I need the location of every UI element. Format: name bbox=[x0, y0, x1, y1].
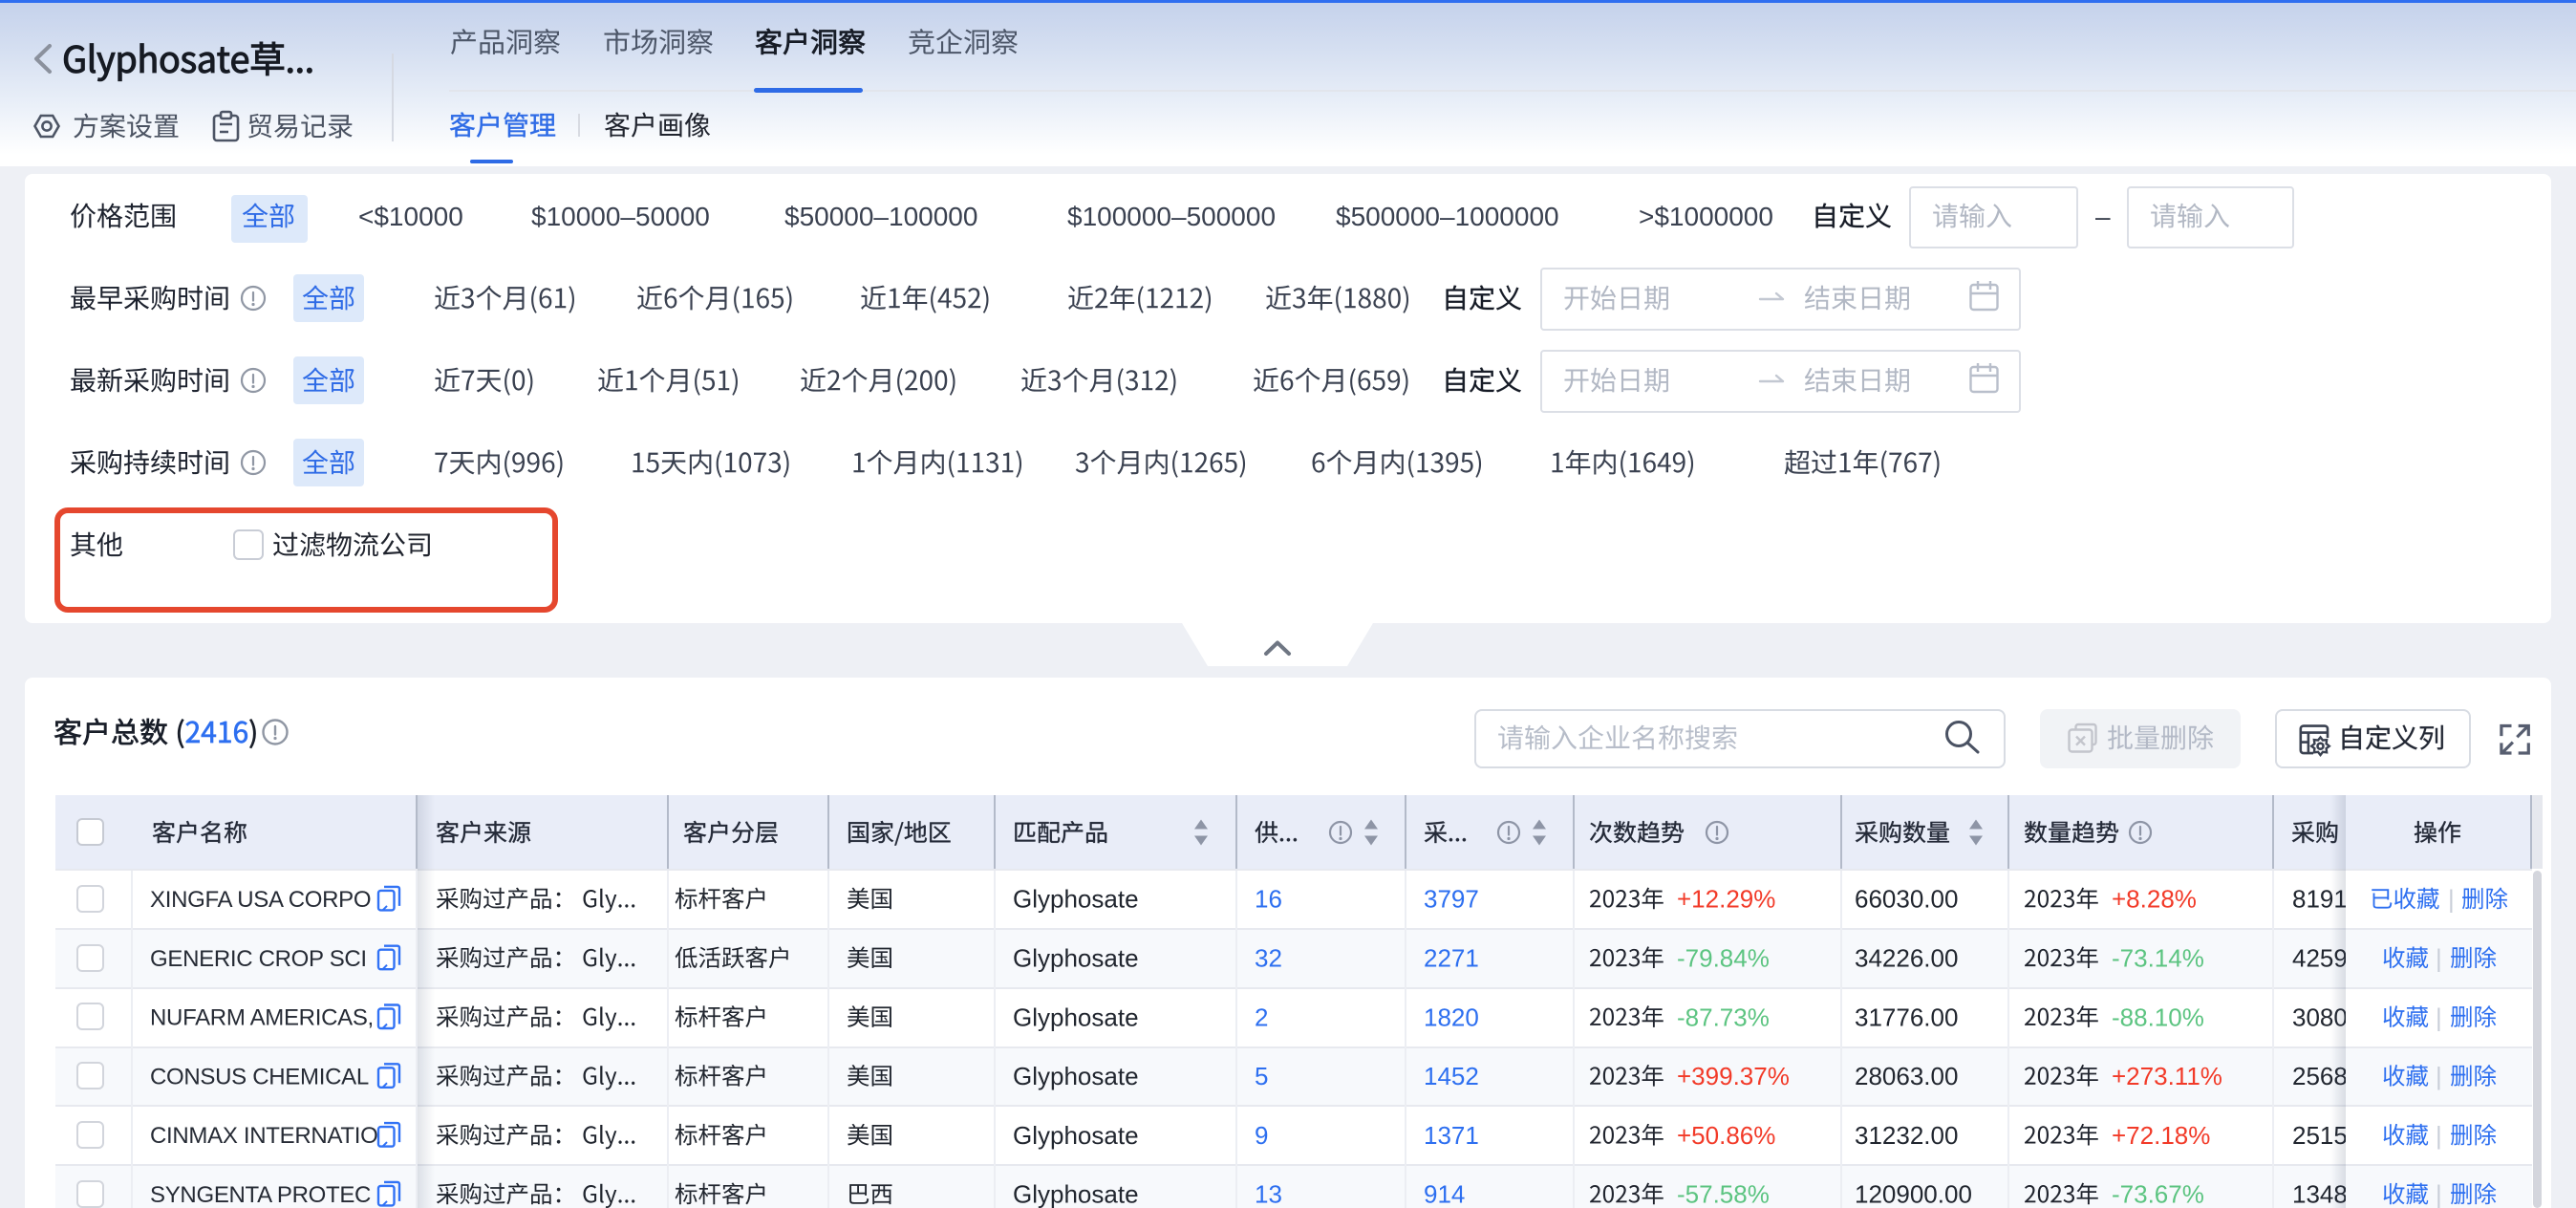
svg-text:<$10000: <$10000 bbox=[358, 202, 463, 231]
svg-text:+273.11%: +273.11% bbox=[2112, 1062, 2222, 1090]
svg-text:120900.00: 120900.00 bbox=[1855, 1180, 1972, 1208]
svg-text:SYNGENTA PROTEC: SYNGENTA PROTEC bbox=[150, 1182, 371, 1208]
svg-text:1371: 1371 bbox=[1424, 1121, 1479, 1150]
svg-text:|: | bbox=[2436, 1180, 2442, 1208]
svg-text:914: 914 bbox=[1424, 1180, 1465, 1208]
svg-text:5: 5 bbox=[1255, 1062, 1268, 1090]
svg-text:$10000–50000: $10000–50000 bbox=[531, 202, 710, 231]
svg-text:$100000–500000: $100000–500000 bbox=[1067, 202, 1276, 231]
svg-text:|: | bbox=[2436, 1062, 2442, 1090]
svg-text:1452: 1452 bbox=[1424, 1062, 1479, 1090]
svg-text:28063.00: 28063.00 bbox=[1855, 1062, 1958, 1090]
svg-text:-73.14%: -73.14% bbox=[2112, 944, 2204, 973]
svg-text:|: | bbox=[2448, 885, 2455, 914]
svg-text:Glyphosate: Glyphosate bbox=[1013, 1121, 1139, 1150]
svg-text:+72.18%: +72.18% bbox=[2112, 1121, 2210, 1150]
svg-text:13: 13 bbox=[1255, 1180, 1282, 1208]
svg-text:2: 2 bbox=[1255, 1003, 1268, 1031]
svg-text:66030.00: 66030.00 bbox=[1855, 885, 1958, 914]
svg-text:$50000–100000: $50000–100000 bbox=[784, 202, 977, 231]
svg-text:-73.67%: -73.67% bbox=[2112, 1180, 2204, 1208]
svg-text:GENERIC CROP SCI: GENERIC CROP SCI bbox=[150, 946, 367, 972]
svg-text:-79.84%: -79.84% bbox=[1677, 944, 1770, 973]
svg-text:34226.00: 34226.00 bbox=[1855, 944, 1958, 973]
svg-text:Glyphosate: Glyphosate bbox=[1013, 1003, 1139, 1031]
svg-text:31232.00: 31232.00 bbox=[1855, 1121, 1958, 1150]
svg-text:$500000–1000000: $500000–1000000 bbox=[1336, 202, 1559, 231]
svg-text:|: | bbox=[2436, 944, 2442, 973]
svg-text:2271: 2271 bbox=[1424, 944, 1479, 973]
svg-text:9: 9 bbox=[1255, 1121, 1268, 1150]
svg-text:Glyphosate: Glyphosate bbox=[1013, 944, 1139, 973]
svg-text:NUFARM AMERICAS,: NUFARM AMERICAS, bbox=[150, 1005, 374, 1031]
svg-text:Glyphosate: Glyphosate bbox=[1013, 885, 1139, 914]
svg-text:31776.00: 31776.00 bbox=[1855, 1003, 1958, 1031]
svg-text:-57.58%: -57.58% bbox=[1677, 1180, 1770, 1208]
svg-text:–: – bbox=[2095, 202, 2111, 231]
svg-text:16: 16 bbox=[1255, 885, 1282, 914]
svg-text:|: | bbox=[2436, 1121, 2442, 1150]
svg-text:32: 32 bbox=[1255, 944, 1282, 973]
svg-text:Glyphosate: Glyphosate bbox=[1013, 1062, 1139, 1090]
svg-text:Glyphosate: Glyphosate bbox=[1013, 1180, 1139, 1208]
svg-text:-87.73%: -87.73% bbox=[1677, 1003, 1770, 1031]
svg-text:CINMAX INTERNATIO: CINMAX INTERNATIO bbox=[150, 1123, 377, 1149]
svg-text:3797: 3797 bbox=[1424, 885, 1479, 914]
svg-text:+8.28%: +8.28% bbox=[2112, 885, 2197, 914]
svg-text:>$1000000: >$1000000 bbox=[1639, 202, 1773, 231]
svg-text:|: | bbox=[2436, 1003, 2442, 1031]
svg-text:+399.37%: +399.37% bbox=[1677, 1062, 1790, 1090]
svg-text:XINGFA USA CORPO: XINGFA USA CORPO bbox=[150, 887, 371, 913]
svg-text:1820: 1820 bbox=[1424, 1003, 1479, 1031]
svg-text:CONSUS CHEMICAL: CONSUS CHEMICAL bbox=[150, 1064, 369, 1089]
svg-text:+12.29%: +12.29% bbox=[1677, 885, 1775, 914]
svg-text:+50.86%: +50.86% bbox=[1677, 1121, 1775, 1150]
svg-text:-88.10%: -88.10% bbox=[2112, 1003, 2204, 1031]
